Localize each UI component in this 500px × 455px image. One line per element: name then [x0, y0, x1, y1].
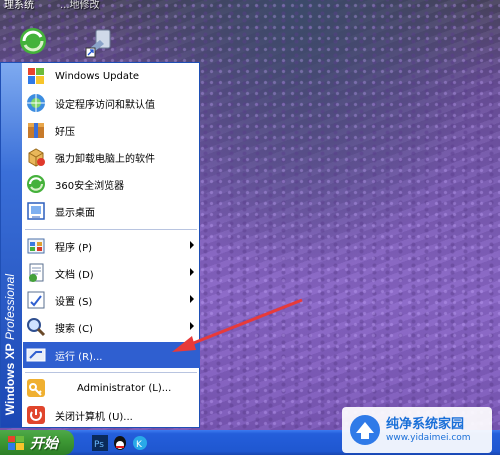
start-menu: Windows XP Professional Windows Update 设… [0, 62, 200, 428]
start-button[interactable]: 开始 [0, 430, 74, 455]
set-program-access-icon [25, 92, 47, 114]
menu-separator [25, 229, 197, 230]
desktop-text-top-2: ...地修改 [60, 0, 100, 11]
watermark-logo-icon [350, 415, 380, 445]
menu-item-logoff[interactable]: Administrator (L)... [23, 375, 200, 401]
site-watermark: 纯净系统家园 www.yidaimei.com [342, 407, 492, 453]
photoshop-icon[interactable]: Ps [92, 435, 108, 451]
menu-item-haozip[interactable]: 好压 [23, 117, 200, 143]
menu-item-uninstaller[interactable]: 强力卸载电脑上的软件 [23, 144, 200, 170]
show-desktop-icon [25, 200, 47, 222]
settings-icon [25, 289, 47, 311]
menu-item-label: 程序 (P) [55, 242, 93, 254]
menu-item-label: 关闭计算机 (U)... [55, 411, 133, 423]
watermark-url: www.yidaimei.com [386, 433, 471, 443]
360-browser-icon [25, 173, 47, 195]
menu-item-label: 设置 (S) [55, 296, 93, 308]
start-label: 开始 [30, 435, 58, 452]
menu-item-documents[interactable]: 文档 (D) [23, 260, 200, 286]
shutdown-icon [25, 404, 47, 426]
qq-icon[interactable] [112, 435, 128, 451]
windows-update-icon [25, 65, 47, 87]
chevron-right-icon [190, 241, 194, 249]
menu-item-label: Windows Update [55, 70, 140, 82]
menu-item-label: 运行 (R)... [55, 351, 103, 363]
menu-item-label: Administrator (L)... [77, 382, 172, 394]
menu-item-360-browser[interactable]: 360安全浏览器 [23, 171, 200, 197]
360-browser-shortcut-icon[interactable] [16, 24, 50, 58]
browser-icon[interactable]: K [132, 435, 148, 451]
menu-item-show-desktop[interactable]: 显示桌面 [23, 198, 200, 224]
annotation-arrow [172, 298, 303, 352]
documents-icon [25, 262, 47, 284]
os-brand-text: Windows XP Professional [3, 273, 17, 415]
menu-item-label: 文档 (D) [55, 269, 94, 281]
shortcut-icon[interactable] [82, 26, 116, 60]
haozip-icon [25, 119, 47, 141]
menu-item-windows-update[interactable]: Windows Update [23, 63, 200, 89]
menu-item-label: 显示桌面 [55, 207, 95, 219]
svg-text:Ps: Ps [94, 440, 104, 450]
uninstaller-icon [25, 146, 47, 168]
programs-icon [25, 235, 47, 257]
start-menu-banner: Windows XP Professional [1, 63, 22, 427]
run-icon [25, 344, 47, 366]
menu-separator [25, 372, 197, 373]
windows-logo-icon [8, 435, 24, 450]
search-icon [25, 316, 47, 338]
menu-item-set-program-access[interactable]: 设定程序访问和默认值 [23, 90, 200, 116]
menu-item-label: 设定程序访问和默认值 [55, 99, 155, 111]
desktop-text-top: 理系统 [4, 0, 34, 11]
menu-item-label: 搜索 (C) [55, 323, 93, 335]
menu-item-programs[interactable]: 程序 (P) [23, 233, 200, 259]
menu-item-label: 360安全浏览器 [55, 180, 125, 192]
menu-item-label: 好压 [55, 126, 75, 138]
menu-item-shutdown[interactable]: 关闭计算机 (U)... [23, 402, 200, 428]
watermark-title: 纯净系统家园 [386, 417, 465, 432]
chevron-right-icon [190, 268, 194, 276]
logoff-key-icon [25, 377, 47, 399]
menu-item-label: 强力卸载电脑上的软件 [55, 153, 155, 165]
